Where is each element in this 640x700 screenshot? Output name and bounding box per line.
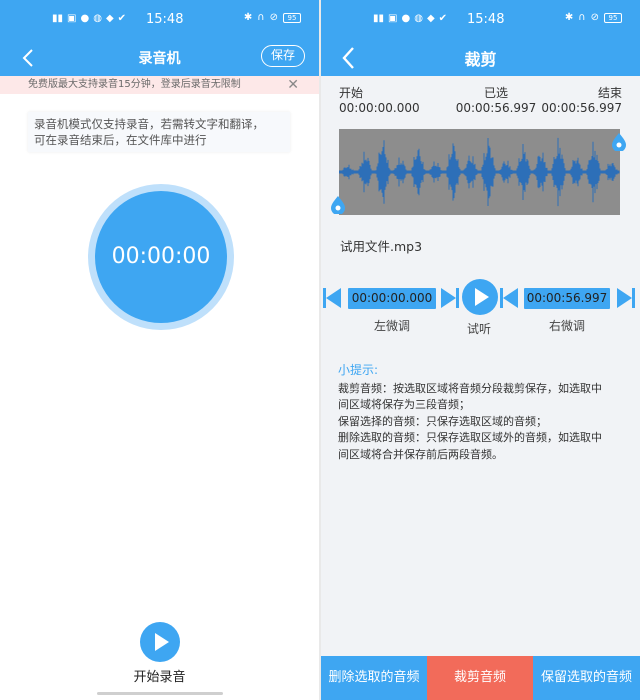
notice-text: 免费版最大支持录音15分钟，登录后录音无限制	[28, 79, 241, 90]
battery-icon: 95	[604, 13, 622, 23]
recorder-appbar: 录音机 保存	[0, 40, 319, 76]
status-icons-right: ✱ ∩ ⊘ 95	[244, 13, 301, 23]
start-record-button[interactable]	[140, 622, 180, 662]
nudge-left-forward-icon[interactable]	[441, 287, 459, 309]
close-icon[interactable]: ✕	[287, 76, 299, 94]
start-time: 00:00:00.000	[339, 101, 420, 115]
page-title: 裁剪	[464, 50, 497, 69]
selection-times: 开始 00:00:00.000 已选 00:00:56.997 结束 00:00…	[339, 86, 622, 120]
hd-icon: ▣	[388, 13, 398, 24]
bell-icon: ◆	[105, 13, 114, 24]
skip-forward-icon[interactable]	[617, 287, 635, 309]
nudge-right-back-icon[interactable]	[500, 287, 518, 309]
start-label: 开始	[339, 86, 364, 100]
bell-icon: ◆	[426, 13, 435, 24]
wechat-icon: ◍	[93, 13, 102, 24]
trim-screen: ▮▮ ▣ ● ◍ ◆ ✔ 15:48 ✱ ∩ ⊘ 95 裁剪 开始 00:00:…	[321, 0, 640, 700]
check-icon: ✔	[438, 13, 448, 24]
left-selection-handle[interactable]	[331, 196, 345, 214]
trim-appbar: 裁剪	[321, 40, 640, 76]
recording-timer: 00:00:00	[95, 191, 227, 323]
skip-back-icon[interactable]	[323, 287, 341, 309]
selected-label: 已选	[483, 86, 508, 100]
mute-icon: ⊘	[590, 12, 599, 23]
free-limit-notice: 免费版最大支持录音15分钟，登录后录音无限制 ✕	[0, 76, 319, 94]
waveform-path	[339, 137, 620, 207]
recorder-header: ▮▮ ▣ ● ◍ ◆ ✔ 15:48 ✱ ∩ ⊘ 95 录音机 保存	[0, 0, 319, 76]
status-time: 15:48	[467, 12, 505, 27]
right-time-box[interactable]: 00:00:56.997	[524, 288, 610, 309]
play-icon	[475, 288, 489, 306]
status-bar: ▮▮ ▣ ● ◍ ◆ ✔ 15:48 ✱ ∩ ⊘ 95	[321, 0, 640, 40]
hint-line-1: 录音机模式仅支持录音，若需转文字和翻译，	[34, 117, 264, 131]
play-icon	[155, 633, 169, 651]
adjust-controls: 00:00:00.000 00:00:56.997	[321, 279, 640, 319]
recorder-hint: 录音机模式仅支持录音，若需转文字和翻译， 可在录音结束后，在文件库中进行	[28, 112, 290, 152]
mute-icon: ⊘	[269, 12, 278, 23]
notification-icon: ●	[80, 13, 90, 24]
headphone-icon: ∩	[578, 12, 586, 23]
start-time-block: 开始 00:00:00.000	[339, 86, 420, 116]
bluetooth-icon: ✱	[243, 12, 253, 23]
status-time: 15:48	[146, 12, 184, 27]
status-bar: ▮▮ ▣ ● ◍ ◆ ✔ 15:48 ✱ ∩ ⊘ 95	[0, 0, 319, 40]
trim-header: ▮▮ ▣ ● ◍ ◆ ✔ 15:48 ✱ ∩ ⊘ 95 裁剪	[321, 0, 640, 76]
bluetooth-icon: ✱	[564, 12, 574, 23]
hint-line-2: 可在录音结束后，在文件库中进行	[34, 133, 207, 147]
recorder-screen: ▮▮ ▣ ● ◍ ◆ ✔ 15:48 ✱ ∩ ⊘ 95 录音机 保存 免费版最大	[0, 0, 319, 700]
status-icons-right: ✱ ∩ ⊘ 95	[565, 13, 622, 23]
start-record-label[interactable]: 开始录音	[0, 666, 319, 685]
right-selection-handle[interactable]	[612, 133, 626, 151]
status-icons-left: ▮▮ ▣ ● ◍ ◆ ✔	[52, 14, 126, 24]
end-label: 结束	[597, 86, 622, 100]
hd-icon: ▣	[67, 13, 77, 24]
battery-icon: 95	[283, 13, 301, 23]
wechat-icon: ◍	[414, 13, 423, 24]
delete-selection-button[interactable]: 删除选取的音频	[321, 656, 427, 700]
action-bar: 删除选取的音频 裁剪音频 保留选取的音频	[321, 656, 640, 700]
status-icons-left: ▮▮ ▣ ● ◍ ◆ ✔	[373, 14, 447, 24]
home-indicator[interactable]	[97, 692, 223, 695]
cut-audio-button[interactable]: 裁剪音频	[427, 656, 533, 700]
signal-icon: ▮▮	[52, 13, 64, 24]
end-time: 00:00:56.997	[541, 101, 622, 115]
left-time-box[interactable]: 00:00:00.000	[348, 288, 436, 309]
selected-time-block: 已选 00:00:56.997	[449, 86, 543, 116]
waveform-graphic	[339, 137, 620, 207]
notification-icon: ●	[401, 13, 411, 24]
save-button[interactable]: 保存	[261, 45, 305, 67]
waveform[interactable]	[339, 129, 620, 215]
headphone-icon: ∩	[257, 12, 265, 23]
signal-icon: ▮▮	[373, 13, 385, 24]
selected-time: 00:00:56.997	[455, 101, 537, 115]
preview-play-button[interactable]	[462, 279, 498, 315]
end-time-block: 结束 00:00:56.997	[541, 86, 622, 116]
check-icon: ✔	[117, 13, 127, 24]
keep-selection-button[interactable]: 保留选取的音频	[533, 656, 640, 700]
